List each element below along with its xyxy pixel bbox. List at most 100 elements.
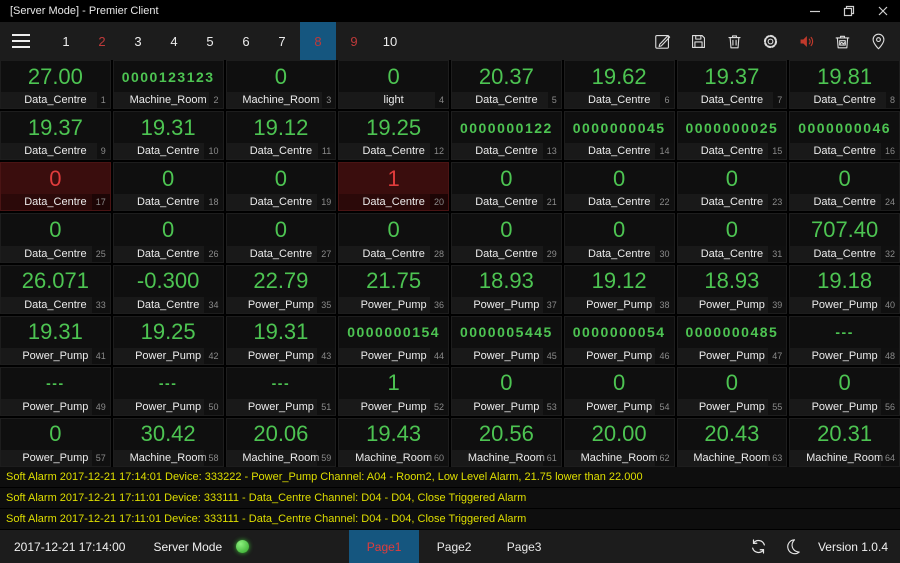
- grid-cell[interactable]: 19.18 Power_Pump 40: [789, 264, 900, 314]
- grid-cell[interactable]: 707.40 Data_Centre 32: [789, 213, 900, 263]
- toolbar-page-10[interactable]: 10: [372, 22, 408, 60]
- grid-cell[interactable]: 0000000025 Data_Centre 15: [676, 111, 788, 161]
- delete-button[interactable]: [716, 22, 752, 60]
- grid-cell[interactable]: 0 Data_Centre 29: [451, 213, 562, 263]
- grid-cell[interactable]: 30.42 Machine_Room 58: [112, 417, 224, 467]
- grid-cell[interactable]: 19.62 Data_Centre 6: [563, 60, 675, 110]
- cell-value: 0: [387, 63, 400, 89]
- cell-footer: Machine_Room 64: [790, 450, 899, 466]
- grid-cell[interactable]: -0.300 Data_Centre 34: [112, 264, 224, 314]
- toolbar-page-2[interactable]: 2: [84, 22, 120, 60]
- sync-button[interactable]: [742, 530, 776, 563]
- cell-value: 0: [613, 216, 626, 242]
- grid-cell[interactable]: 0 Data_Centre 28: [338, 213, 449, 263]
- status-tab-page3[interactable]: Page3: [489, 530, 559, 563]
- grid-cell[interactable]: 1 Data_Centre 20: [338, 162, 449, 212]
- grid-cell[interactable]: 19.43 Machine_Room 60: [338, 417, 449, 467]
- grid-cell[interactable]: 0 Power_Pump 53: [451, 366, 562, 416]
- sound-button[interactable]: [788, 22, 824, 60]
- alarm-row[interactable]: Soft Alarm 2017-12-21 17:11:01 Device: 3…: [0, 509, 900, 530]
- toolbar-page-5[interactable]: 5: [192, 22, 228, 60]
- toolbar-page-9[interactable]: 9: [336, 22, 372, 60]
- grid-cell[interactable]: --- Power_Pump 50: [112, 366, 224, 416]
- save-button[interactable]: [680, 22, 716, 60]
- grid-cell[interactable]: 0000123123 Machine_Room 2: [112, 60, 224, 110]
- grid-cell[interactable]: 19.31 Data_Centre 10: [112, 111, 224, 161]
- toolbar-page-3[interactable]: 3: [120, 22, 156, 60]
- grid-cell[interactable]: 20.43 Machine_Room 63: [676, 417, 788, 467]
- grid-cell[interactable]: 19.31 Power_Pump 43: [225, 315, 337, 365]
- status-tab-page2[interactable]: Page2: [419, 530, 489, 563]
- grid-cell[interactable]: 20.00 Machine_Room 62: [563, 417, 675, 467]
- status-tab-page1[interactable]: Page1: [349, 530, 420, 563]
- grid-cell[interactable]: 20.31 Machine_Room 64: [789, 417, 900, 467]
- grid-cell[interactable]: 26.071 Data_Centre 33: [0, 264, 111, 314]
- toolbar-page-6[interactable]: 6: [228, 22, 264, 60]
- grid-cell[interactable]: 18.93 Power_Pump 37: [451, 264, 562, 314]
- grid-cell[interactable]: --- Power_Pump 48: [789, 315, 900, 365]
- grid-cell[interactable]: 19.81 Data_Centre 8: [789, 60, 900, 110]
- alarm-row[interactable]: Soft Alarm 2017-12-21 17:14:01 Device: 3…: [0, 467, 900, 488]
- minimize-button[interactable]: [798, 0, 832, 22]
- grid-cell[interactable]: 0 Machine_Room 3: [225, 60, 337, 110]
- grid-cell[interactable]: 0000000046 Data_Centre 16: [789, 111, 900, 161]
- maximize-button[interactable]: [832, 0, 866, 22]
- grid-cell[interactable]: 0 Data_Centre 18: [112, 162, 224, 212]
- grid-cell[interactable]: 0 Data_Centre 26: [112, 213, 224, 263]
- alarm-row[interactable]: Soft Alarm 2017-12-21 17:11:01 Device: 3…: [0, 488, 900, 509]
- toolbar-page-4[interactable]: 4: [156, 22, 192, 60]
- grid-cell[interactable]: 0 Data_Centre 22: [563, 162, 675, 212]
- grid-cell[interactable]: 0000000045 Data_Centre 14: [563, 111, 675, 161]
- grid-cell[interactable]: 27.00 Data_Centre 1: [0, 60, 111, 110]
- grid-cell[interactable]: 20.06 Machine_Room 59: [225, 417, 337, 467]
- grid-cell[interactable]: 19.37 Data_Centre 9: [0, 111, 111, 161]
- grid-cell[interactable]: 19.12 Data_Centre 11: [225, 111, 337, 161]
- toolbar-page-8[interactable]: 8: [300, 22, 336, 60]
- grid-cell[interactable]: 18.93 Power_Pump 39: [676, 264, 788, 314]
- grid-cell[interactable]: 19.25 Power_Pump 42: [112, 315, 224, 365]
- night-mode-button[interactable]: [776, 530, 810, 563]
- grid-cell[interactable]: 0 Data_Centre 30: [563, 213, 675, 263]
- grid-cell[interactable]: 22.79 Power_Pump 35: [225, 264, 337, 314]
- grid-cell[interactable]: --- Power_Pump 49: [0, 366, 111, 416]
- grid-cell[interactable]: 0 Data_Centre 31: [676, 213, 788, 263]
- grid-cell[interactable]: 0 Data_Centre 21: [451, 162, 562, 212]
- grid-cell[interactable]: 0 Data_Centre 27: [225, 213, 337, 263]
- grid-cell[interactable]: 0000000485 Power_Pump 47: [676, 315, 788, 365]
- grid-cell[interactable]: 0 Power_Pump 55: [676, 366, 788, 416]
- grid-cell[interactable]: 0 Power_Pump 54: [563, 366, 675, 416]
- grid-cell[interactable]: 0000005445 Power_Pump 45: [451, 315, 562, 365]
- grid-cell[interactable]: 0 Power_Pump 57: [0, 417, 111, 467]
- grid-cell[interactable]: 0 Data_Centre 19: [225, 162, 337, 212]
- cell-footer: Data_Centre 20: [339, 194, 448, 211]
- grid-cell[interactable]: 0 Data_Centre 17: [0, 162, 111, 212]
- grid-cell[interactable]: --- Power_Pump 51: [225, 366, 337, 416]
- grid-cell[interactable]: 0 Data_Centre 25: [0, 213, 111, 263]
- grid-cell[interactable]: 0 Data_Centre 23: [676, 162, 788, 212]
- grid-cell[interactable]: 0 Data_Centre 24: [789, 162, 900, 212]
- grid-cell[interactable]: 0000000054 Power_Pump 46: [563, 315, 675, 365]
- grid-cell[interactable]: 20.37 Data_Centre 5: [451, 60, 562, 110]
- grid-cell[interactable]: 0000000154 Power_Pump 44: [338, 315, 449, 365]
- edit-button[interactable]: [644, 22, 680, 60]
- clear-bin-button[interactable]: [824, 22, 860, 60]
- settings-button[interactable]: [752, 22, 788, 60]
- cell-label: Data_Centre: [475, 196, 538, 209]
- grid-cell[interactable]: 20.56 Machine_Room 61: [451, 417, 562, 467]
- menu-button[interactable]: [0, 22, 42, 60]
- location-button[interactable]: [860, 22, 896, 60]
- grid-cell[interactable]: 1 Power_Pump 52: [338, 366, 449, 416]
- grid-cell[interactable]: 0000000122 Data_Centre 13: [451, 111, 562, 161]
- toolbar-page-7[interactable]: 7: [264, 22, 300, 60]
- cell-footer: Machine_Room 59: [226, 450, 336, 466]
- toolbar-page-1[interactable]: 1: [48, 22, 84, 60]
- grid-cell[interactable]: 0 Power_Pump 56: [789, 366, 900, 416]
- grid-cell[interactable]: 19.12 Power_Pump 38: [563, 264, 675, 314]
- cell-value: 0: [500, 370, 513, 396]
- grid-cell[interactable]: 19.25 Data_Centre 12: [338, 111, 449, 161]
- grid-cell[interactable]: 0 light 4: [338, 60, 449, 110]
- close-button[interactable]: [866, 0, 900, 22]
- grid-cell[interactable]: 21.75 Power_Pump 36: [338, 264, 449, 314]
- grid-cell[interactable]: 19.31 Power_Pump 41: [0, 315, 111, 365]
- grid-cell[interactable]: 19.37 Data_Centre 7: [676, 60, 788, 110]
